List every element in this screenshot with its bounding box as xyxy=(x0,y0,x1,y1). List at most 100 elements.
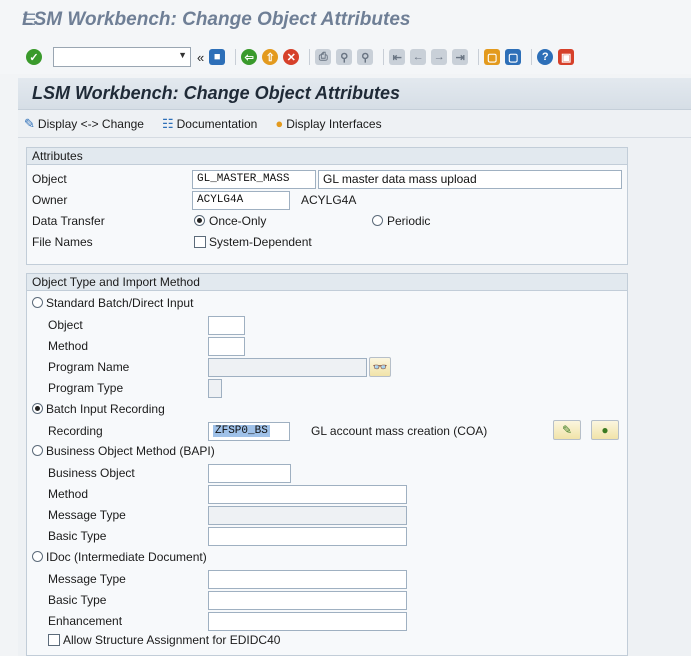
toolbar-separator xyxy=(235,49,237,65)
recording-field[interactable]: ZFSP0_BS xyxy=(208,422,290,441)
bapi-label: Business Object Method (BAPI) xyxy=(46,444,215,458)
person-icon: ● xyxy=(601,423,609,437)
toolbar-separator xyxy=(383,49,385,65)
screen-area: LSM Workbench: Change Object Attributes … xyxy=(18,78,691,656)
cancel-icon[interactable]: ✕ xyxy=(283,49,300,65)
glasses-pencil-icon: ✎ xyxy=(24,115,35,131)
system-dependent-checkbox[interactable] xyxy=(194,236,206,248)
system-toolbar: ✓ ▼ « ■ ⇦ ⇧ ✕ ⎙ ⚲ ⚲ ⇤ ← → ⇥ ▢ ▢ ? ▣ xyxy=(0,40,691,74)
standard-batch-radio[interactable] xyxy=(32,297,43,308)
program-type-field[interactable] xyxy=(208,379,222,398)
recording-overview-button[interactable]: ● xyxy=(591,420,619,440)
idoc-message-type-field[interactable] xyxy=(208,570,407,589)
data-transfer-label: Data Transfer xyxy=(32,214,105,228)
attributes-header: Attributes xyxy=(27,148,627,165)
std-method-field[interactable] xyxy=(208,337,245,356)
import-method-header: Object Type and Import Method xyxy=(27,274,627,291)
glasses-button[interactable]: 👓 xyxy=(369,357,391,377)
glasses-icon: 👓 xyxy=(372,360,388,374)
periodic-radio[interactable] xyxy=(372,215,383,226)
batch-input-recording-label: Batch Input Recording xyxy=(46,402,165,416)
screen-header: LSM Workbench: Change Object Attributes xyxy=(18,78,691,110)
program-name-field[interactable] xyxy=(208,358,367,377)
object-label: Object xyxy=(32,172,67,186)
std-object-label: Object xyxy=(48,318,83,332)
import-method-group: Object Type and Import Method Standard B… xyxy=(26,273,628,656)
idoc-basic-type-field[interactable] xyxy=(208,591,407,610)
object-description-field[interactable]: GL master data mass upload xyxy=(318,170,622,189)
first-page-icon[interactable]: ⇤ xyxy=(389,49,406,65)
allow-structure-label: Allow Structure Assignment for EDIDC40 xyxy=(63,633,281,647)
command-field[interactable]: ▼ xyxy=(53,47,191,67)
business-object-label: Business Object xyxy=(48,466,135,480)
system-dependent-label: System-Dependent xyxy=(209,235,312,249)
object-field[interactable]: GL_MASTER_MASS xyxy=(192,170,316,189)
person-icon: ● xyxy=(275,116,284,131)
idoc-message-type-label: Message Type xyxy=(48,572,126,586)
recording-label: Recording xyxy=(48,424,103,438)
bapi-basic-type-field[interactable] xyxy=(208,527,407,546)
help-icon[interactable]: ? xyxy=(537,49,554,65)
bapi-basic-type-label: Basic Type xyxy=(48,529,107,543)
recording-edit-button[interactable]: ✎ xyxy=(553,420,581,440)
batch-input-recording-radio[interactable] xyxy=(32,403,43,414)
shortcut-icon[interactable]: ▢ xyxy=(505,49,522,65)
new-session-icon[interactable]: ▢ xyxy=(484,49,501,65)
business-object-field[interactable] xyxy=(208,464,291,483)
idoc-label: IDoc (Intermediate Document) xyxy=(46,550,207,564)
program-type-label: Program Type xyxy=(48,381,124,395)
display-change-label: Display <-> Change xyxy=(37,116,144,131)
find-next-icon[interactable]: ⚲ xyxy=(357,49,374,65)
customize-icon[interactable]: ▣ xyxy=(558,49,575,65)
once-only-radio[interactable] xyxy=(194,215,205,226)
recording-value: ZFSP0_BS xyxy=(213,425,270,437)
display-interfaces-label: Display Interfaces xyxy=(286,116,382,131)
standard-batch-label: Standard Batch/Direct Input xyxy=(46,296,194,310)
collapse-icon[interactable]: « xyxy=(197,50,204,65)
display-interfaces-button[interactable]: ● Display Interfaces xyxy=(275,116,381,131)
std-object-field[interactable] xyxy=(208,316,245,335)
owner-field[interactable]: ACYLG4A xyxy=(192,191,290,210)
window-title-bar: ☰ LSM Workbench: Change Object Attribute… xyxy=(0,0,691,40)
window-title: LSM Workbench: Change Object Attributes xyxy=(22,9,411,30)
idoc-radio[interactable] xyxy=(32,551,43,562)
application-toolbar: ✎ Display <-> Change ☷ Documentation ● D… xyxy=(18,110,691,138)
program-name-label: Program Name xyxy=(48,360,130,374)
enhancement-label: Enhancement xyxy=(48,614,123,628)
idoc-basic-type-label: Basic Type xyxy=(48,593,107,607)
bapi-method-label: Method xyxy=(48,487,89,501)
document-pencil-icon: ☷ xyxy=(161,115,174,131)
bapi-radio[interactable] xyxy=(32,445,43,456)
last-page-icon[interactable]: ⇥ xyxy=(452,49,469,65)
find-icon[interactable]: ⚲ xyxy=(336,49,353,65)
toolbar-separator xyxy=(531,49,533,65)
documentation-label: Documentation xyxy=(176,116,258,131)
bapi-message-type-label: Message Type xyxy=(48,508,126,522)
once-only-label: Once-Only xyxy=(209,214,267,228)
print-icon[interactable]: ⎙ xyxy=(315,49,332,65)
owner-description: ACYLG4A xyxy=(301,193,357,207)
attributes-group: Attributes Object GL_MASTER_MASS GL mast… xyxy=(26,147,628,265)
next-page-icon[interactable]: → xyxy=(431,49,448,65)
toolbar-separator xyxy=(478,49,480,65)
enhancement-field[interactable] xyxy=(208,612,407,631)
prev-page-icon[interactable]: ← xyxy=(410,49,427,65)
bapi-message-type-field[interactable] xyxy=(208,506,407,525)
allow-structure-checkbox[interactable] xyxy=(48,634,60,646)
bapi-method-field[interactable] xyxy=(208,485,407,504)
toolbar-separator xyxy=(309,49,311,65)
file-names-label: File Names xyxy=(32,235,93,249)
std-method-label: Method xyxy=(48,339,89,353)
screen-title: LSM Workbench: Change Object Attributes xyxy=(32,83,401,103)
pencil-icon: ✎ xyxy=(561,423,573,437)
display-change-button[interactable]: ✎ Display <-> Change xyxy=(24,116,144,132)
save-icon[interactable]: ■ xyxy=(209,49,226,65)
owner-label: Owner xyxy=(32,193,68,207)
periodic-label: Periodic xyxy=(387,214,431,228)
exit-icon[interactable]: ⇧ xyxy=(262,49,279,65)
enter-icon[interactable]: ✓ xyxy=(26,49,42,65)
documentation-button[interactable]: ☷ Documentation xyxy=(162,116,257,132)
recording-description: GL account mass creation (COA) xyxy=(311,424,488,438)
chevron-down-icon[interactable]: ▼ xyxy=(178,50,187,60)
back-icon[interactable]: ⇦ xyxy=(241,49,258,65)
